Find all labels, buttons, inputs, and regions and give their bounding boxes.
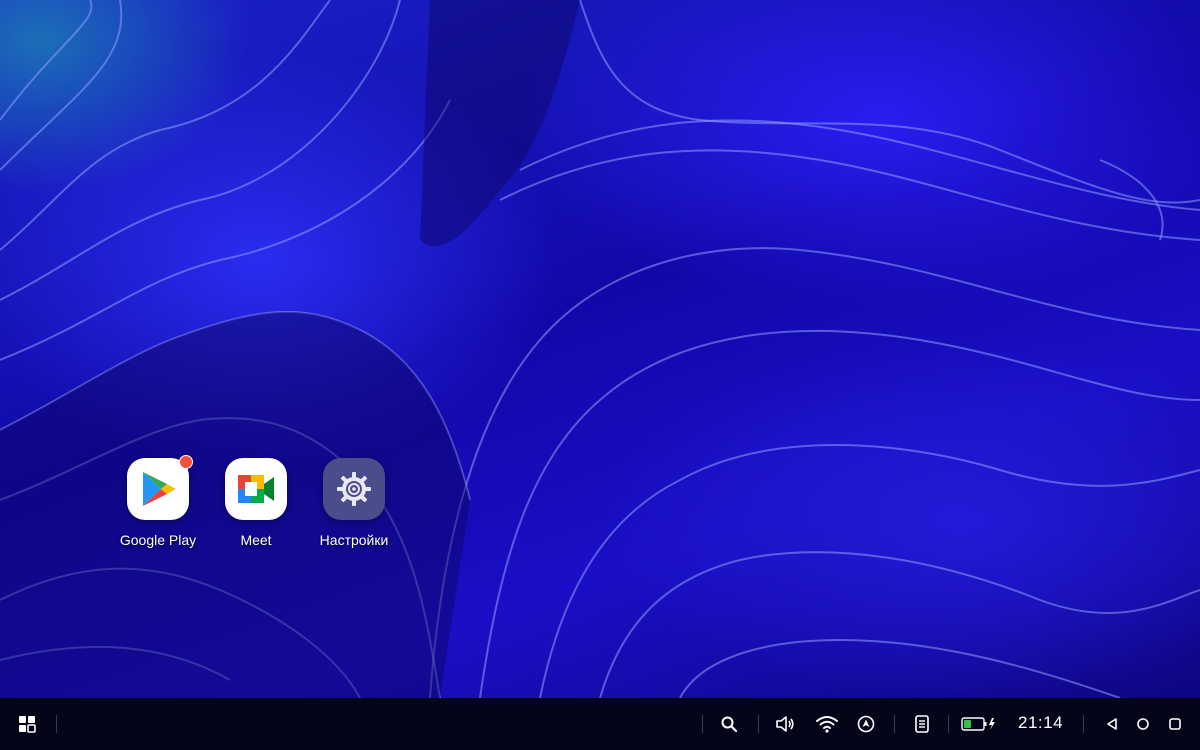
- app-meet[interactable]: Meet: [208, 458, 304, 548]
- divider: [894, 715, 895, 733]
- back-icon[interactable]: [1099, 711, 1125, 737]
- clock[interactable]: 21:14: [1018, 713, 1063, 733]
- desktop-wallpaper: [0, 0, 1200, 698]
- google-play-icon[interactable]: [127, 455, 193, 520]
- home-icon[interactable]: [1130, 711, 1156, 737]
- app-label: Google Play: [119, 532, 197, 548]
- divider: [1083, 715, 1084, 733]
- settings-gear-icon[interactable]: [323, 458, 385, 520]
- divider: [56, 715, 57, 733]
- volume-icon[interactable]: [772, 711, 798, 737]
- app-settings[interactable]: Настройки: [306, 458, 402, 548]
- app-google-play[interactable]: Google Play: [110, 455, 206, 548]
- wifi-icon[interactable]: [814, 711, 840, 737]
- app-label: Meet: [240, 532, 272, 548]
- divider: [758, 715, 759, 733]
- notes-icon[interactable]: [909, 711, 935, 737]
- app-label: Настройки: [319, 532, 389, 548]
- divider: [702, 715, 703, 733]
- recents-icon[interactable]: [1162, 711, 1188, 737]
- battery-charging-icon[interactable]: [960, 711, 998, 737]
- app-grid-icon[interactable]: [14, 711, 40, 737]
- search-icon[interactable]: [716, 711, 742, 737]
- taskbar: 21:14: [0, 698, 1200, 750]
- divider: [948, 715, 949, 733]
- navigation-icon[interactable]: [853, 711, 879, 737]
- google-meet-icon[interactable]: [225, 458, 287, 520]
- notification-badge: [179, 455, 193, 469]
